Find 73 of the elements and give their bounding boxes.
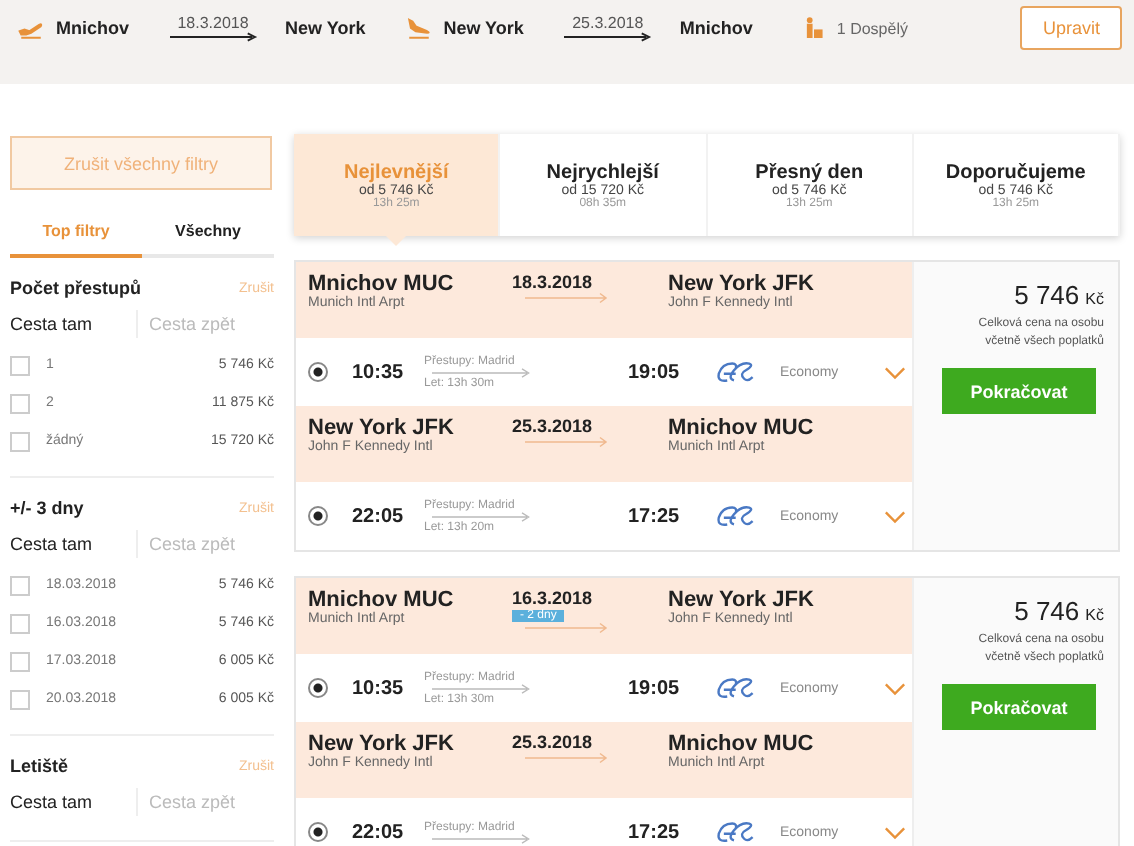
destination-city: Mnichov MUC [668,732,816,756]
destination-city: New York JFK [668,588,816,612]
origin-city: Mnichov MUC [308,588,456,612]
origin-city: New York JFK [308,732,456,756]
price: 5 746 [1014,596,1080,626]
origin-city: New York [443,18,524,38]
flight-date: 25.3.2018 [512,732,593,752]
radio-button[interactable] [308,506,328,526]
arrow-icon [563,32,652,42]
chevron-down-icon[interactable] [884,365,906,379]
checkbox[interactable] [10,689,30,709]
checkbox[interactable] [10,613,30,633]
airline-logo-icon [712,818,756,846]
arrival-time: 19:05 [628,677,682,699]
chevron-down-icon[interactable] [884,509,906,523]
travel-date: 25.3.2018 [572,14,644,32]
checkbox[interactable] [10,431,30,451]
direction-tab[interactable]: Cesta tam [10,530,135,558]
edit-button[interactable]: Upravit [1020,6,1122,50]
chevron-down-icon[interactable] [884,825,906,839]
filter-title: Letiště [10,756,69,776]
flight-date: 25.3.2018 [512,416,593,436]
radio-button[interactable] [308,822,328,842]
sort-label: Nejrychlejší [546,161,659,183]
radio-button[interactable] [308,362,328,382]
airline-logo-icon [712,502,756,530]
flight-date: 16.3.2018 [512,588,593,608]
sort-label: Přesný den [755,161,864,183]
currency: Kč [1085,290,1104,308]
checkbox[interactable] [10,651,30,671]
sort-label: Nejlevnější [343,161,449,183]
destination-city: New York [285,18,366,38]
arrival-time: 17:25 [628,505,682,527]
airline-logo-icon [712,358,756,386]
origin-city: Mnichov [56,18,130,38]
arrival-time: 19:05 [628,361,682,383]
departure-time: 22:05 [352,505,406,527]
continue-button[interactable]: Pokračovat [942,684,1096,730]
direction-tab[interactable]: Cesta tam [10,788,135,816]
origin-city: Mnichov MUC [308,272,456,296]
airline-logo-icon [712,674,756,702]
sort-label: Doporučujeme [945,161,1086,183]
continue-button[interactable]: Pokračovat [942,368,1096,414]
passenger-count: 1 Dospělý [836,20,908,38]
clear-filters-button[interactable]: Zrušit všechny filtry [10,136,272,190]
filter-title: +/- 3 dny [10,498,84,518]
origin-city: New York JFK [308,416,456,440]
checkbox[interactable] [10,575,30,595]
travel-date: 18.3.2018 [177,14,249,32]
checkbox[interactable] [10,355,30,375]
departure-time: 10:35 [352,677,406,699]
filter-tab[interactable]: Všechny [142,214,274,258]
arrow-icon [169,32,258,42]
destination-city: Mnichov [679,18,753,38]
flight-date: 18.3.2018 [512,272,593,292]
chevron-down-icon[interactable] [884,681,906,695]
destination-city: New York JFK [668,272,816,296]
destination-city: Mnichov MUC [668,416,816,440]
direction-tab[interactable]: Cesta zpět [135,310,274,338]
checkbox[interactable] [10,393,30,413]
direction-tab[interactable]: Cesta tam [10,310,135,338]
traveler-luggage-icon [804,16,825,40]
direction-tab[interactable]: Cesta zpět [135,530,274,558]
filter-tab[interactable]: Top filtry [10,214,142,258]
radio-button[interactable] [308,678,328,698]
airplane-icon [405,16,432,40]
arrival-time: 17:25 [628,821,682,843]
departure-time: 22:05 [352,821,406,843]
price: 5 746 [1014,280,1080,310]
currency: Kč [1085,606,1104,624]
departure-time: 10:35 [352,361,406,383]
filter-title: Počet přestupů [10,278,142,298]
direction-tab[interactable]: Cesta zpět [135,788,274,816]
